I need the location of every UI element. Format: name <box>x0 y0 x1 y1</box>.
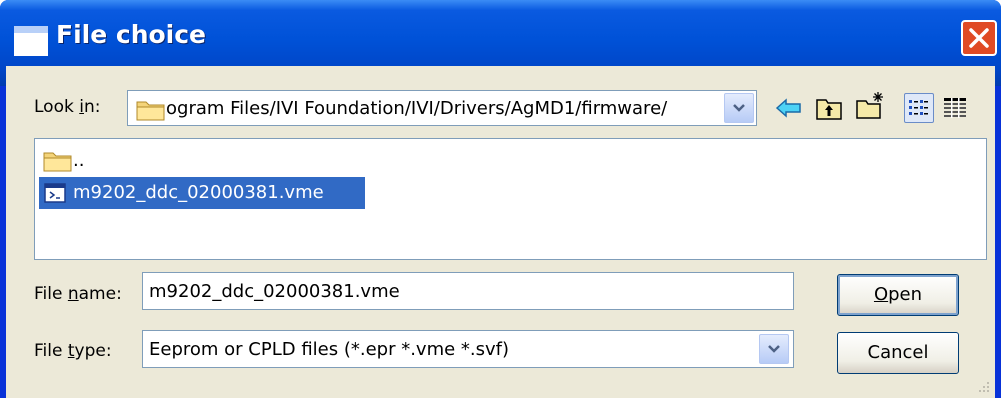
cancel-button[interactable]: Cancel <box>837 332 959 374</box>
up-folder-button[interactable] <box>814 93 844 123</box>
list-item-parent-folder[interactable]: .. <box>39 145 99 177</box>
look-in-dropdown-button[interactable] <box>724 93 754 123</box>
dialog-body: Look in: ogram Files/IVI Foundation/IVI/… <box>6 66 995 398</box>
chevron-down-icon <box>733 104 745 112</box>
details-view-icon <box>944 98 966 118</box>
look-in-label: Look in: <box>34 97 101 117</box>
file-list[interactable]: .. m9202_ddc_02000381.vme <box>34 138 987 260</box>
new-folder-icon <box>856 92 883 119</box>
look-in-path: ogram Files/IVI Foundation/IVI/Drivers/A… <box>166 98 668 119</box>
look-in-combo[interactable]: ogram Files/IVI Foundation/IVI/Drivers/A… <box>127 90 757 126</box>
new-folder-button[interactable] <box>854 90 884 120</box>
folder-icon <box>136 101 165 121</box>
close-icon <box>969 28 989 48</box>
file-name-input[interactable]: m9202_ddc_02000381.vme <box>142 272 794 310</box>
window-icon <box>14 26 48 56</box>
file-type-value: Eeprom or CPLD files (*.epr *.vme *.svf) <box>149 339 510 360</box>
list-view-icon <box>909 100 928 115</box>
details-view-button[interactable] <box>940 93 970 123</box>
list-item-label: m9202_ddc_02000381.vme <box>73 182 324 203</box>
file-name-label: File name: <box>34 284 122 304</box>
resize-grip-icon[interactable] <box>977 380 991 394</box>
back-arrow-icon <box>775 98 801 118</box>
folder-icon <box>43 152 72 172</box>
file-type-dropdown-button[interactable] <box>759 334 789 364</box>
back-button[interactable] <box>774 93 804 123</box>
up-folder-icon <box>816 99 842 120</box>
list-view-button[interactable] <box>904 93 934 123</box>
chevron-down-icon <box>768 345 780 353</box>
file-icon <box>44 183 66 203</box>
window-title: File choice <box>56 20 207 49</box>
file-type-label: File type: <box>34 341 112 361</box>
open-button[interactable]: Open <box>837 274 959 316</box>
file-choice-dialog: File choice Look in: ogram Files/IVI Fou… <box>0 0 1001 398</box>
close-button[interactable] <box>961 20 997 56</box>
list-item-vme-file[interactable]: m9202_ddc_02000381.vme <box>39 177 365 209</box>
file-type-combo[interactable]: Eeprom or CPLD files (*.epr *.vme *.svf) <box>142 330 794 368</box>
list-item-label: .. <box>73 150 85 171</box>
